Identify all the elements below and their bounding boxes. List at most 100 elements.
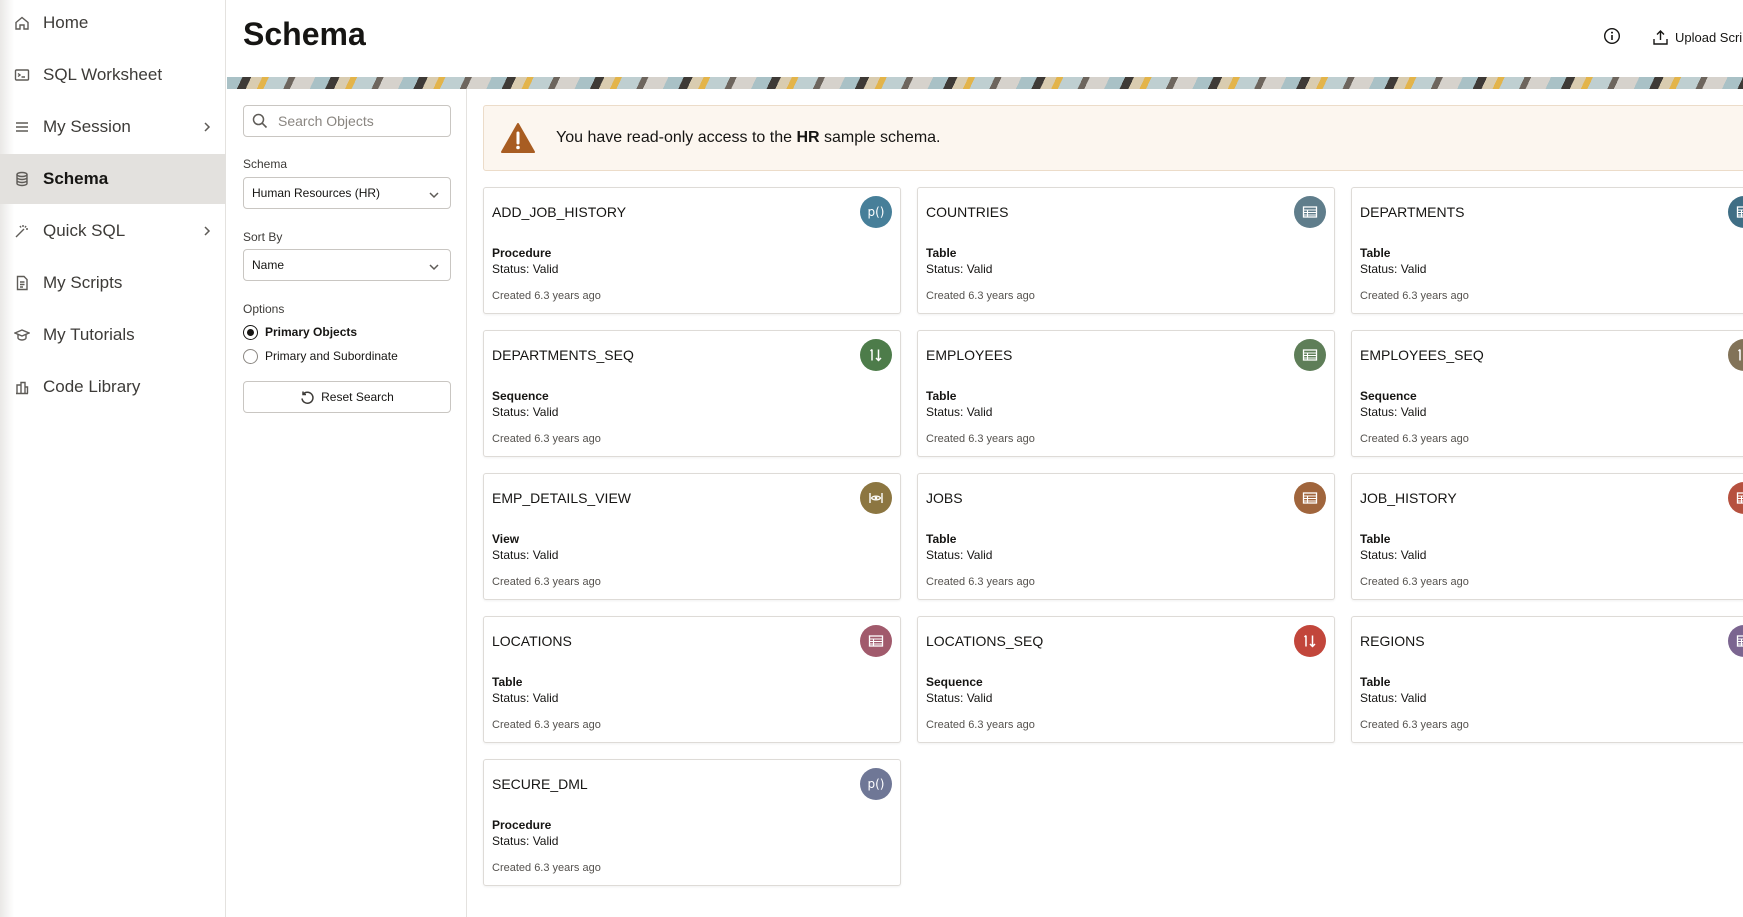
chevron-down-icon <box>429 264 439 271</box>
object-card[interactable]: JOBS Table Status: Valid Created 6.3 years … <box>917 473 1335 600</box>
object-type: Sequence <box>926 675 983 689</box>
library-icon <box>13 378 31 396</box>
sidebar-item-schema[interactable]: Schema <box>0 154 226 204</box>
object-status: Status: Valid <box>492 548 559 562</box>
sequence-icon <box>1294 625 1326 657</box>
object-created: Created 6.3 years ago <box>926 290 1035 302</box>
info-icon[interactable] <box>1603 27 1621 45</box>
object-card[interactable]: JOB_HISTORY Table Status: Valid Created 6.3… <box>1351 473 1743 600</box>
object-name: EMPLOYEES <box>926 347 1013 363</box>
search-icon <box>252 113 268 129</box>
home-icon <box>13 14 31 32</box>
reset-icon <box>301 391 314 404</box>
sidebar-item-home[interactable]: Home <box>0 0 226 48</box>
list-icon <box>13 118 31 136</box>
reset-search-label: Reset Search <box>321 390 394 404</box>
alert-schema-name: HR <box>796 129 820 146</box>
table-icon <box>1294 339 1326 371</box>
schema-select[interactable]: Human Resources (HR) <box>243 177 451 209</box>
sidebar: Home SQL Worksheet My Session Schema Qui… <box>0 0 226 917</box>
document-icon <box>13 274 31 292</box>
object-name: SECURE_DML <box>492 776 588 792</box>
upload-script-button[interactable]: Upload Scri <box>1652 26 1742 48</box>
object-card[interactable]: REGIONS Table Status: Valid Created 6.3 yea… <box>1351 616 1743 743</box>
chevron-right-icon <box>200 119 214 133</box>
object-type: Sequence <box>1360 389 1417 403</box>
object-type: Table <box>926 389 957 403</box>
sort-by-select[interactable]: Name <box>243 249 451 281</box>
option-primary-objects[interactable]: Primary Objects <box>243 323 357 341</box>
option-primary-and-subordinate[interactable]: Primary and Subordinate <box>243 347 398 365</box>
sidebar-item-label: Quick SQL <box>43 221 126 240</box>
object-name: DEPARTMENTS <box>1360 204 1465 220</box>
view-icon <box>860 482 892 514</box>
sidebar-item-label: My Session <box>43 117 131 136</box>
sequence-icon <box>1728 339 1743 371</box>
object-type: Sequence <box>492 389 549 403</box>
object-created: Created 6.3 years ago <box>492 433 601 445</box>
magic-wand-icon <box>13 222 31 240</box>
sidebar-item-label: My Tutorials <box>43 325 135 344</box>
object-card[interactable]: EMPLOYEES_SEQ Sequence Status: Valid Create… <box>1351 330 1743 457</box>
option-label: Primary Objects <box>265 325 358 339</box>
object-created: Created 6.3 years ago <box>492 862 601 874</box>
object-card[interactable]: SECURE_DML p() Procedure Status: Valid Creat… <box>483 759 901 886</box>
terminal-icon <box>13 66 31 84</box>
object-name: EMPLOYEES_SEQ <box>1360 347 1484 363</box>
sidebar-item-label: Schema <box>43 169 109 188</box>
object-card[interactable]: EMPLOYEES Table Status: Valid Created 6.3 y… <box>917 330 1335 457</box>
table-icon <box>1728 482 1743 514</box>
reset-search-button[interactable]: Reset Search <box>243 381 451 413</box>
sidebar-item-label: Home <box>43 13 89 32</box>
database-icon <box>13 170 31 188</box>
upload-script-label: Upload Scri <box>1675 29 1743 45</box>
sidebar-item-sql-worksheet[interactable]: SQL Worksheet <box>0 50 226 100</box>
search-input[interactable]: Search Objects <box>243 105 451 137</box>
object-type: Procedure <box>492 246 552 260</box>
procedure-icon: p() <box>860 196 892 228</box>
object-created: Created 6.3 years ago <box>1360 719 1469 731</box>
object-name: JOBS <box>926 490 963 506</box>
table-icon <box>1294 196 1326 228</box>
object-card[interactable]: EMP_DETAILS_VIEW View Status: Valid Created… <box>483 473 901 600</box>
object-name: LOCATIONS <box>492 633 572 649</box>
object-card[interactable]: DEPARTMENTS Table Status: Valid Created 6.3… <box>1351 187 1743 314</box>
object-type: Procedure <box>492 818 552 832</box>
table-icon <box>860 625 892 657</box>
sequence-icon <box>860 339 892 371</box>
object-status: Status: Valid <box>492 405 559 419</box>
sidebar-item-code-library[interactable]: Code Library <box>0 362 226 412</box>
object-card[interactable]: LOCATIONS Table Status: Valid Created 6.3 y… <box>483 616 901 743</box>
object-status: Status: Valid <box>1360 262 1427 276</box>
object-name: COUNTRIES <box>926 204 1009 220</box>
object-type: Table <box>1360 675 1391 689</box>
sidebar-item-label: SQL Worksheet <box>43 65 163 84</box>
sidebar-item-my-tutorials[interactable]: My Tutorials <box>0 310 226 360</box>
sidebar-item-my-session[interactable]: My Session <box>0 102 226 152</box>
warning-icon <box>501 123 535 153</box>
options-label: Options <box>243 302 285 316</box>
search-placeholder: Search Objects <box>278 113 374 129</box>
decorative-banner <box>227 77 1743 89</box>
object-status: Status: Valid <box>492 262 559 276</box>
sidebar-item-label: Code Library <box>43 377 141 396</box>
object-card[interactable]: DEPARTMENTS_SEQ Sequence Status: Valid Crea… <box>483 330 901 457</box>
object-card[interactable]: LOCATIONS_SEQ Sequence Status: Valid Create… <box>917 616 1335 743</box>
page-title: Schema <box>243 16 366 52</box>
object-status: Status: Valid <box>1360 405 1427 419</box>
object-status: Status: Valid <box>926 262 993 276</box>
filter-panel: Search Objects Schema Human Resources (H… <box>227 89 467 917</box>
object-name: JOB_HISTORY <box>1360 490 1457 506</box>
sort-by-label: Sort By <box>243 230 283 244</box>
object-type: Table <box>926 532 957 546</box>
object-status: Status: Valid <box>926 691 993 705</box>
object-created: Created 6.3 years ago <box>1360 433 1469 445</box>
alert-message: You have read-only access to the HR samp… <box>556 129 941 146</box>
object-card[interactable]: COUNTRIES Table Status: Valid Created 6.3 y… <box>917 187 1335 314</box>
upload-icon <box>1653 29 1668 45</box>
sidebar-item-quick-sql[interactable]: Quick SQL <box>0 206 226 256</box>
option-label: Primary and Subordinate <box>265 349 398 363</box>
sidebar-item-my-scripts[interactable]: My Scripts <box>0 258 226 308</box>
object-card[interactable]: ADD_JOB_HISTORY p() Procedure Status: Valid… <box>483 187 901 314</box>
chevron-down-icon <box>429 192 439 199</box>
